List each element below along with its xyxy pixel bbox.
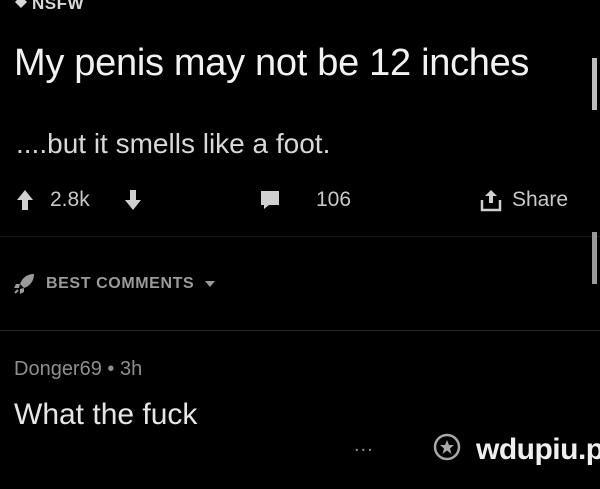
comments-button[interactable] (258, 182, 282, 218)
comment-sort-button[interactable]: BEST COMMENTS (12, 272, 216, 296)
sort-chevron-icon (204, 279, 216, 289)
award-icon (432, 433, 462, 466)
downvote-button[interactable] (124, 182, 142, 218)
post-action-bar: 2.8k 106 Share (0, 182, 600, 218)
award-button[interactable] (432, 432, 462, 462)
more-options-button[interactable]: ... (354, 434, 374, 457)
watermark: wdupiu.pl (476, 433, 600, 466)
downvote-icon (124, 189, 142, 211)
nsfw-tag: NSFW (14, 0, 84, 14)
share-icon (480, 188, 502, 212)
comment-meta[interactable]: Donger69 • 3h (14, 358, 142, 381)
scrollbar-thumb[interactable] (592, 58, 597, 110)
divider (0, 330, 600, 331)
vote-score: 2.8k (50, 188, 90, 211)
nsfw-icon (14, 0, 28, 14)
comment-icon (258, 188, 282, 212)
share-button[interactable]: Share (480, 182, 568, 218)
comment-text: What the fuck (14, 398, 198, 431)
share-label: Share (512, 188, 569, 211)
comment-count: 106 (316, 188, 352, 211)
scrollbar-thumb-lower[interactable] (592, 232, 597, 284)
post-body: ....but it smells like a foot. (16, 128, 331, 159)
nsfw-label: NSFW (32, 0, 85, 13)
comment-sort-label: BEST COMMENTS (46, 275, 195, 292)
upvote-icon (16, 189, 34, 211)
rocket-icon (12, 272, 36, 296)
divider (0, 236, 600, 237)
upvote-button[interactable] (16, 182, 34, 218)
post-title[interactable]: My penis may not be 12 inches (14, 42, 529, 85)
